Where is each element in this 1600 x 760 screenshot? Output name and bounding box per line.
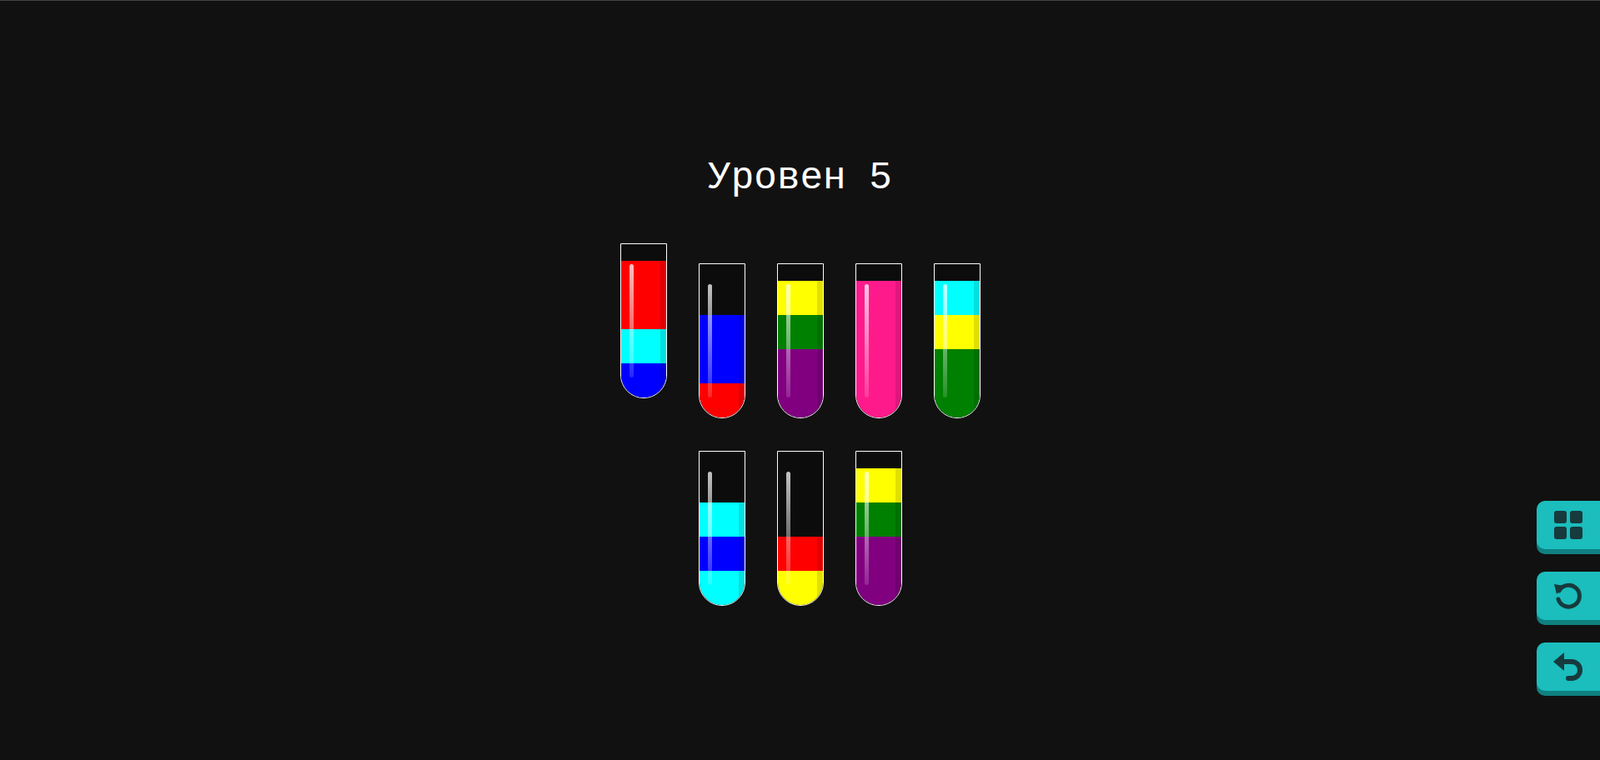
glass-shine: [707, 284, 713, 398]
tube-liquid: [699, 315, 745, 418]
tube[interactable]: [620, 243, 668, 399]
tube-liquid: [777, 280, 823, 418]
liquid-layer: [777, 349, 823, 384]
glass-shine: [629, 264, 634, 378]
liquid-layer: [621, 295, 667, 330]
glass-shine: [864, 471, 869, 586]
tube[interactable]: [855, 263, 903, 419]
liquid-layer: [856, 502, 902, 537]
liquid-layer: [777, 536, 823, 572]
liquid-layer: [934, 349, 980, 384]
glass-shine: [864, 284, 869, 398]
tube[interactable]: [933, 263, 981, 419]
liquid-layer: [699, 536, 745, 572]
grid-icon: [1551, 508, 1585, 542]
liquid-layer: [856, 315, 902, 350]
liquid-layer: [621, 329, 667, 364]
liquid-layer: [699, 571, 745, 606]
tube[interactable]: [855, 451, 903, 607]
glass-shine: [707, 471, 713, 586]
liquid-layer: [699, 349, 745, 384]
tube[interactable]: [777, 451, 824, 607]
tube-liquid: [621, 260, 667, 398]
liquid-layer: [934, 383, 980, 418]
liquid-layer: [934, 315, 980, 350]
level-title: Уровен 5: [707, 155, 893, 202]
tube-row: [620, 263, 981, 419]
tube-liquid: [934, 280, 980, 418]
tube[interactable]: [777, 263, 824, 419]
liquid-layer: [856, 349, 902, 384]
liquid-layer: [699, 502, 745, 537]
levels-button[interactable]: [1536, 501, 1600, 550]
restart-icon: [1551, 579, 1585, 613]
liquid-layer: [777, 571, 823, 606]
liquid-layer: [777, 315, 823, 350]
glass-shine: [786, 284, 791, 398]
tube-liquid: [856, 280, 902, 418]
restart-button[interactable]: [1536, 571, 1600, 621]
liquid-layer: [777, 383, 823, 418]
glass-shine: [786, 471, 791, 586]
tube-liquid: [856, 468, 902, 606]
tube-liquid: [699, 502, 745, 606]
liquid-layer: [777, 280, 823, 316]
liquid-layer: [699, 315, 745, 350]
glass-shine: [942, 284, 948, 398]
side-toolbar: [1536, 501, 1600, 692]
tube[interactable]: [698, 451, 746, 607]
tube[interactable]: [698, 263, 746, 419]
liquid-layer: [621, 363, 667, 398]
liquid-layer: [856, 468, 902, 503]
tube-board: [620, 263, 981, 607]
undo-button[interactable]: [1536, 642, 1600, 692]
liquid-layer: [934, 280, 980, 316]
undo-icon: [1551, 650, 1585, 684]
tube-liquid: [777, 536, 823, 606]
liquid-layer: [699, 383, 745, 418]
tube-row: [698, 451, 903, 607]
game-screen: Уровен 5: [0, 0, 1600, 760]
liquid-layer: [856, 383, 902, 418]
liquid-layer: [621, 260, 667, 296]
liquid-layer: [856, 536, 902, 572]
liquid-layer: [856, 280, 902, 316]
liquid-layer: [856, 571, 902, 606]
